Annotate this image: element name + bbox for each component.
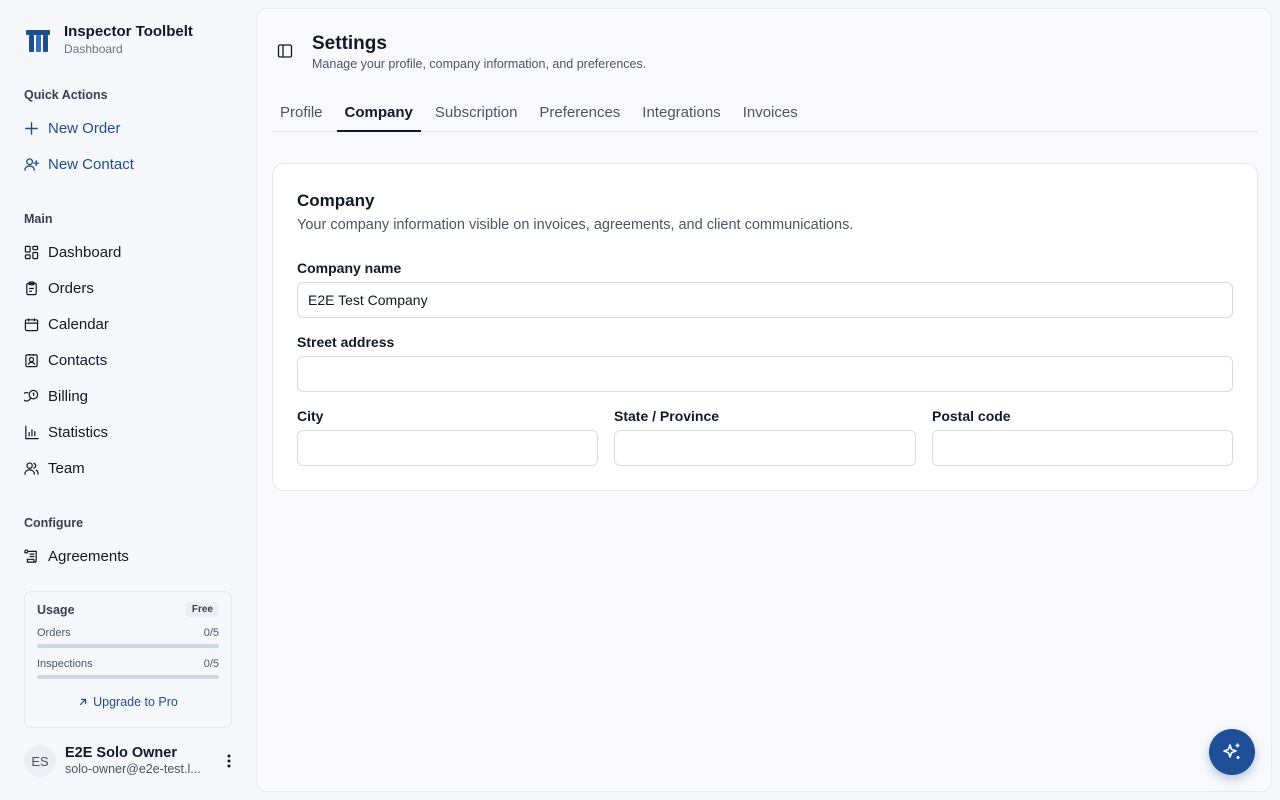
sidebar-item-calendar[interactable]: Calendar — [24, 314, 109, 334]
arrow-up-right-icon — [80, 698, 87, 706]
sidebar-item-label: Calendar — [48, 315, 109, 333]
tab-invoices[interactable]: Invoices — [735, 103, 806, 132]
sidebar-item-label: Billing — [48, 387, 89, 405]
new-order-button[interactable]: New Order — [24, 118, 121, 138]
user-menu[interactable]: ES E2E Solo Owner solo-owner@e2e-test.l.… — [24, 744, 238, 778]
upgrade-label: Upgrade to Pro — [93, 695, 178, 709]
new-contact-button[interactable]: New Contact — [24, 154, 134, 174]
city-label: City — [297, 408, 324, 424]
card-description: Your company information visible on invo… — [297, 217, 854, 233]
plan-badge: Free — [185, 602, 219, 617]
app-subtitle: Dashboard — [64, 42, 123, 56]
city-field[interactable] — [297, 430, 598, 466]
tab-subscription[interactable]: Subscription — [427, 103, 526, 132]
state-label: State / Province — [614, 408, 720, 424]
sidebar-item-label: Statistics — [48, 423, 109, 441]
tab-profile[interactable]: Profile — [272, 103, 331, 132]
app-logo-icon — [26, 30, 50, 52]
sidebar: Inspector Toolbelt Dashboard Quick Actio… — [0, 0, 256, 800]
usage-panel: Usage Free Orders 0/5 Inspections 0/5 Up… — [24, 591, 232, 728]
user-email: solo-owner@e2e-test.l... — [65, 762, 201, 776]
street-address-label: Street address — [297, 334, 395, 350]
company-card: Company Your company information visible… — [272, 163, 1258, 491]
page-title: Settings — [312, 33, 387, 54]
main-panel: Settings Manage your profile, company in… — [256, 8, 1272, 792]
kebab-menu-icon — [227, 754, 231, 768]
meter-track — [37, 644, 219, 648]
usage-title: Usage — [37, 602, 75, 617]
upgrade-to-pro-link[interactable]: Upgrade to Pro — [37, 695, 219, 709]
postal-code-field[interactable] — [932, 430, 1233, 466]
ai-assistant-button[interactable] — [1209, 729, 1255, 775]
sidebar-item-orders[interactable]: Orders — [24, 278, 94, 298]
company-name-label: Company name — [297, 260, 402, 276]
app-title: Inspector Toolbelt — [64, 23, 193, 40]
main-heading: Main — [24, 212, 53, 226]
user-plus-icon — [24, 157, 39, 171]
sidebar-item-label: Contacts — [48, 351, 108, 369]
sidebar-item-agreements[interactable]: Agreements — [24, 546, 129, 566]
new-contact-label: New Contact — [48, 155, 134, 173]
tab-company[interactable]: Company — [336, 103, 421, 132]
coins-icon — [24, 389, 39, 402]
page-subtitle: Manage your profile, company information… — [312, 57, 647, 71]
sidebar-item-label: Dashboard — [48, 243, 122, 261]
company-name-field[interactable] — [297, 282, 1233, 318]
more-options-button[interactable] — [220, 752, 238, 770]
tab-integrations[interactable]: Integrations — [634, 103, 728, 132]
sidebar-item-label: Agreements — [48, 547, 129, 565]
postal-code-label: Postal code — [932, 408, 1011, 424]
state-field[interactable] — [614, 430, 916, 466]
dashboard-icon — [24, 245, 39, 259]
orders-meter: Orders 0/5 — [37, 627, 219, 648]
bar-chart-icon — [25, 425, 39, 439]
street-address-field[interactable] — [297, 356, 1233, 392]
sparkles-icon — [1223, 743, 1240, 759]
sidebar-item-label: Orders — [48, 279, 94, 297]
sidebar-toggle-icon[interactable] — [277, 43, 293, 59]
meter-value: 0/5 — [203, 627, 219, 639]
sidebar-item-label: Team — [48, 459, 85, 477]
sidebar-item-dashboard[interactable]: Dashboard — [24, 242, 121, 262]
meter-label: Orders — [37, 627, 71, 639]
quick-actions-heading: Quick Actions — [24, 88, 108, 102]
clipboard-icon — [26, 280, 37, 295]
tab-preferences[interactable]: Preferences — [531, 103, 628, 132]
calendar-icon — [24, 317, 39, 331]
configure-heading: Configure — [24, 516, 84, 530]
plus-icon — [25, 121, 38, 135]
meter-value: 0/5 — [203, 658, 219, 670]
contact-card-icon — [25, 353, 38, 367]
settings-tabs: Profile Company Subscription Preferences… — [272, 103, 1257, 132]
brand[interactable]: Inspector Toolbelt Dashboard — [24, 24, 193, 56]
scroll-icon — [24, 548, 37, 563]
sidebar-item-billing[interactable]: Billing — [24, 386, 88, 406]
meter-label: Inspections — [37, 658, 93, 670]
sidebar-item-statistics[interactable]: Statistics — [24, 422, 108, 442]
sidebar-item-contacts[interactable]: Contacts — [24, 350, 107, 370]
meter-track — [37, 675, 219, 679]
users-icon — [24, 461, 39, 475]
card-title: Company — [297, 191, 375, 210]
avatar: ES — [24, 745, 56, 777]
new-order-label: New Order — [48, 119, 121, 137]
user-name: E2E Solo Owner — [65, 745, 177, 761]
sidebar-item-team[interactable]: Team — [24, 458, 85, 478]
inspections-meter: Inspections 0/5 — [37, 658, 219, 679]
